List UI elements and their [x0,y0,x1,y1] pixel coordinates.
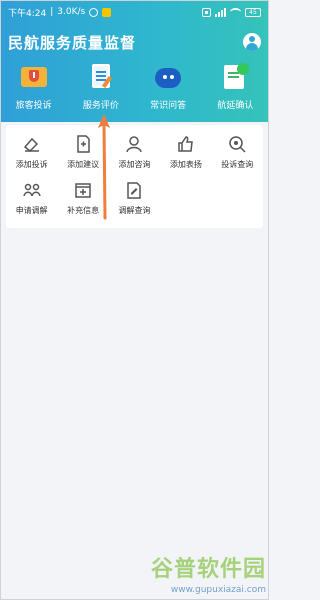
complaint-icon [18,62,50,92]
supplement-info-icon [75,183,91,198]
status-speed: 3.0K/s [57,7,86,17]
wifi-icon [230,8,241,16]
watermark-title: 谷普软件园 [150,557,266,582]
quick-nav-label: 航延确认 [217,101,254,111]
service-add-praise[interactable]: 添加表扬 [160,131,211,177]
quick-nav-faq[interactable]: 常识问答 [135,62,202,118]
complaint-query-icon [229,136,246,153]
quick-nav: 旅客投诉 服务评价 常识问答 航延确认 [0,62,269,118]
quick-nav-label: 旅客投诉 [15,101,52,111]
services-grid: 添加投诉 添加建议 添加咨询 添加表扬 投诉查询 申请调解 补充信息 调解查询 [6,131,263,223]
profile-button[interactable] [243,33,261,51]
app-title: 民航服务质量监督 [8,33,137,52]
delay-confirm-icon [219,62,251,92]
faq-icon [152,62,184,92]
service-label: 添加表扬 [169,160,202,169]
service-add-complaint[interactable]: 添加投诉 [6,131,57,177]
add-consultation-icon [126,136,143,153]
service-apply-mediation[interactable]: 申请调解 [6,177,57,223]
add-suggestion-icon [77,135,90,153]
status-divider: | [50,7,54,17]
service-add-consultation[interactable]: 添加咨询 [109,131,160,177]
service-complaint-query[interactable]: 投诉查询 [212,131,263,177]
apply-mediation-icon [22,183,41,197]
quick-nav-label: 常识问答 [150,101,187,111]
header-banner: 下午4:24 | 3.0K/s ▪ 45 民航服务质量监督 旅客投诉 服务评价 … [0,0,269,122]
review-icon [85,62,117,92]
add-complaint-icon [23,137,39,153]
service-label: 添加投诉 [15,160,48,169]
mediation-query-icon [127,182,142,199]
service-label: 申请调解 [15,206,48,215]
profile-icon [249,36,255,42]
alarm-icon [89,7,99,17]
service-mediation-query[interactable]: 调解查询 [109,177,160,223]
services-card: 添加投诉 添加建议 添加咨询 添加表扬 投诉查询 申请调解 补充信息 调解查询 [6,125,263,228]
battery-icon: 45 [245,7,261,17]
service-label: 添加建议 [67,160,100,169]
annotation-arrow [98,114,110,220]
service-label: 补充信息 [67,206,100,215]
signal-icon [215,7,226,17]
site-watermark: 谷普软件园 www.gupuxiazai.com [128,551,266,596]
service-label: 调解查询 [118,206,151,215]
title-bar: 民航服务质量监督 [8,30,261,54]
status-bar: 下午4:24 | 3.0K/s ▪ 45 [0,0,269,24]
sim-icon: ▪ [202,7,211,17]
quick-nav-complaint[interactable]: 旅客投诉 [0,62,67,118]
notification-app-icon [102,7,112,17]
service-label: 投诉查询 [221,160,254,169]
watermark-url: www.gupuxiazai.com [170,585,266,595]
quick-nav-delay-confirm[interactable]: 航延确认 [202,62,269,118]
add-praise-icon [178,136,193,152]
status-time: 下午4:24 [8,8,47,19]
service-label: 添加咨询 [118,160,151,169]
